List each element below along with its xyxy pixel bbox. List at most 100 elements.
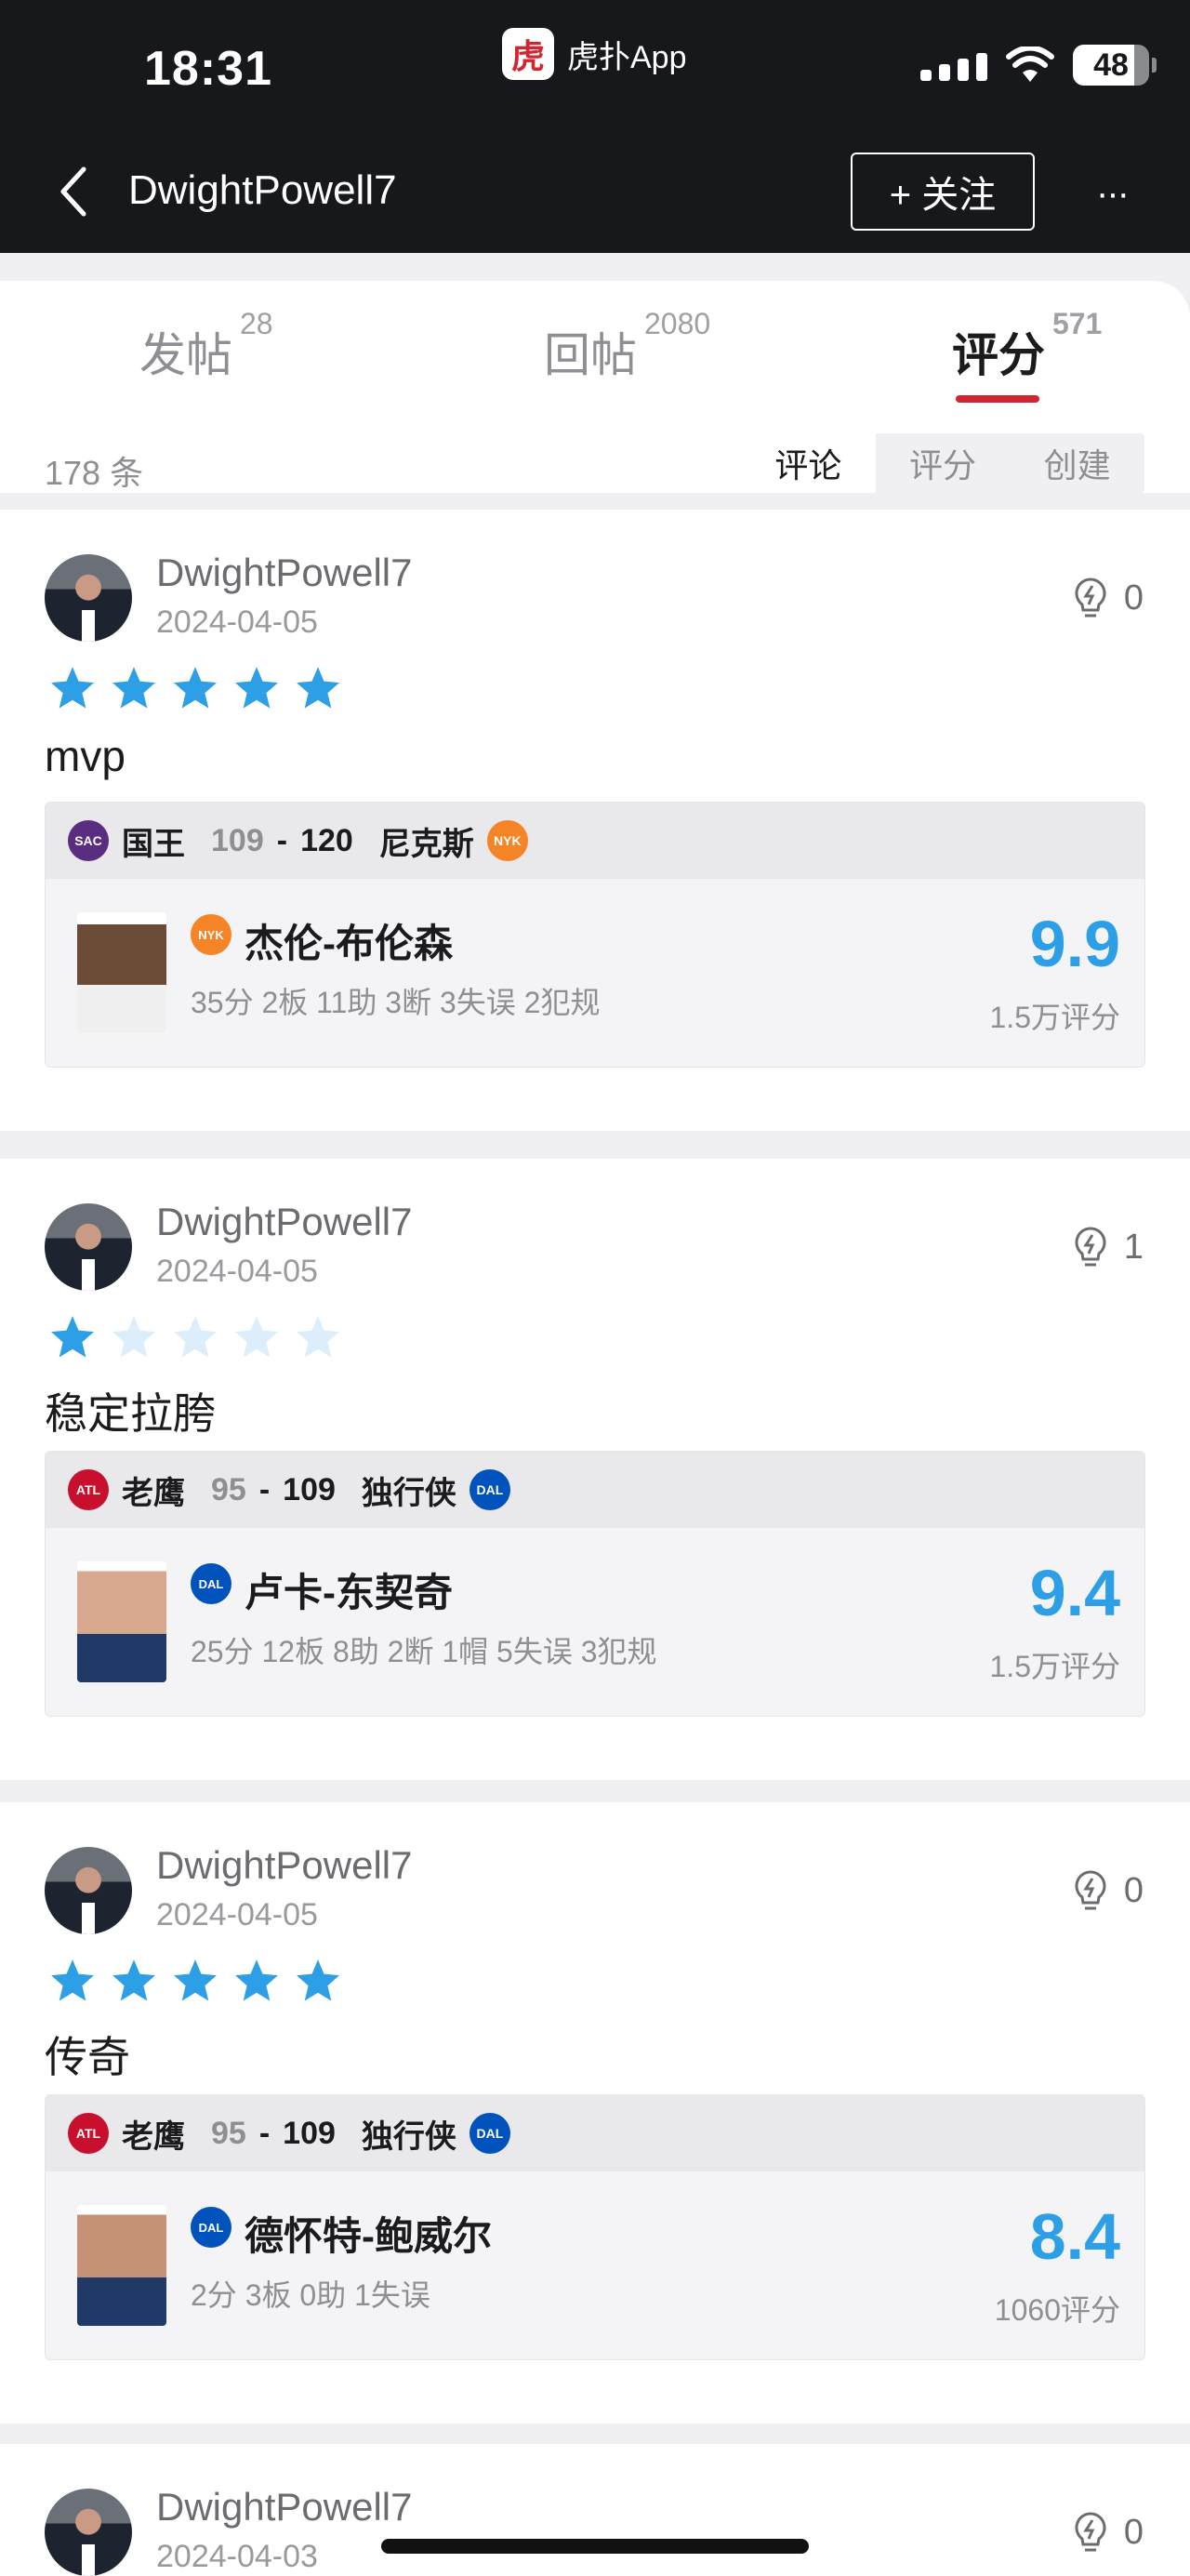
star-icon [174,1316,217,1358]
avatar[interactable] [45,1847,132,1934]
star-icon [235,1316,278,1358]
game-header: SAC 国王 109 - 120 尼克斯 NYK [46,803,1144,879]
lightbulb-icon [1075,578,1106,617]
player-row[interactable]: DAL 德怀特-鲍威尔 2分 3板 0助 1失误 8.4 1060评分 [46,2171,1144,2359]
home-score: 95 [211,2115,246,2151]
star-icon [112,667,155,709]
home-score: 109 [211,822,264,858]
comment-text: 传奇 [45,2033,130,2081]
lightbulb-icon [1075,1870,1106,1910]
star-rating [48,1313,342,1361]
team-logo: DAL [191,2207,231,2248]
tab-ratings[interactable]: 评分571 [952,307,1102,385]
post-date: 2024-04-03 [156,2539,318,2574]
away-score: 120 [300,822,353,858]
star-icon [51,1316,94,1358]
battery-level: 48 [1093,46,1129,83]
player-stats: 35分 2板 11助 3断 3失误 2犯规 [191,986,601,1019]
team-logo: ATL [68,2113,109,2154]
home-team-name: 国王 [122,826,185,862]
home-score: 95 [211,1471,246,1507]
player-row[interactable]: NYK 杰伦-布伦森 35分 2板 11助 3断 3失误 2犯规 9.9 1.5… [46,879,1144,1067]
rating-card[interactable]: DwightPowell7 2024-04-03 0 [0,2444,1190,2576]
player-score: 8.4 [1029,2200,1120,2273]
tabs-panel: 发帖28 回帖2080 评分571 178 条 评论 评分 创建 [0,281,1190,493]
star-icon [297,667,339,709]
segment-comments[interactable]: 评论 [741,433,876,493]
post-date: 2024-04-05 [156,604,318,640]
home-indicator [381,2539,809,2554]
game-card[interactable]: ATL 老鹰 95 - 109 独行侠 DAL DAL 德怀特-鲍威尔 2分 3… [45,2094,1145,2360]
team-logo: ATL [68,1469,109,1510]
like-count: 0 [1123,578,1144,617]
star-icon [235,667,278,709]
player-photo [77,1561,166,1682]
game-header: ATL 老鹰 95 - 109 独行侠 DAL [46,2095,1144,2171]
star-icon [112,1959,155,2001]
app-logo: 虎 [502,28,554,80]
tab-count: 571 [1052,307,1103,341]
away-score: 109 [283,1471,336,1507]
follow-button[interactable]: + 关注 [851,153,1035,231]
star-icon [297,1959,339,2001]
game-card[interactable]: ATL 老鹰 95 - 109 独行侠 DAL DAL 卢卡-东契奇 25分 1… [45,1451,1145,1717]
rating-card[interactable]: DwightPowell7 2024-04-05 0 mvp SAC 国王 10… [0,510,1190,1131]
username[interactable]: DwightPowell7 [156,551,412,595]
comment-text: mvp [45,732,126,780]
star-icon [297,1316,339,1358]
player-stats: 2分 3板 0助 1失误 [191,2278,430,2312]
like-button[interactable]: 1 [1072,1226,1144,1268]
tab-count: 2080 [644,307,711,341]
player-row[interactable]: DAL 卢卡-东契奇 25分 12板 8助 2断 1帽 5失误 3犯规 9.4 … [46,1528,1144,1716]
team-logo: NYK [191,914,231,955]
player-photo [77,2205,166,2326]
player-name: 杰伦-布伦森 [245,922,453,965]
rating-votes: 1060评分 [994,2293,1120,2327]
battery-icon: 48 [1073,45,1157,86]
status-time: 18:31 [144,42,272,96]
comment-text: 稳定拉胯 [45,1389,216,1438]
username[interactable]: DwightPowell7 [156,2485,412,2530]
tab-count: 28 [240,307,273,341]
like-button[interactable]: 0 [1072,1869,1144,1912]
like-count: 0 [1123,2512,1144,2552]
away-team-name: 独行侠 [361,1475,456,1511]
lightbulb-icon [1075,2512,1106,2552]
top-bar: 18:31 虎 虎扑App 48 DwightPowell7 + 关注 ··· [0,0,1190,253]
away-team-name: 尼克斯 [378,826,474,862]
game-card[interactable]: SAC 国王 109 - 120 尼克斯 NYK NYK 杰伦-布伦森 35分 … [45,802,1145,1068]
player-stats: 25分 12板 8助 2断 1帽 5失误 3犯规 [191,1635,657,1668]
player-name: 德怀特-鲍威尔 [245,2214,492,2258]
star-icon [112,1316,155,1358]
status-app-indicator[interactable]: 虎 虎扑App [502,28,687,80]
post-date: 2024-04-05 [156,1254,318,1289]
username[interactable]: DwightPowell7 [156,1200,412,1244]
more-options-button[interactable]: ··· [1088,169,1136,218]
tab-label: 发帖 [139,329,232,381]
away-team-name: 独行侠 [361,2118,456,2155]
like-button[interactable]: 0 [1072,2511,1144,2554]
avatar[interactable] [45,554,132,642]
avatar[interactable] [45,2489,132,2576]
tab-replies[interactable]: 回帖2080 [544,307,710,385]
star-rating [48,664,342,712]
active-tab-indicator [956,395,1039,403]
star-icon [51,1959,94,2001]
like-button[interactable]: 0 [1072,577,1144,619]
tab-label: 评分 [952,329,1045,381]
team-logo: NYK [486,820,528,861]
username[interactable]: DwightPowell7 [156,1843,412,1888]
avatar[interactable] [45,1203,132,1291]
star-icon [174,1959,217,2001]
chevron-left-icon[interactable] [56,164,93,219]
player-score: 9.9 [1029,908,1120,980]
filter-segmented-control: 评论 评分 创建 [741,433,1144,493]
tab-posts[interactable]: 发帖28 [139,307,273,385]
segment-ratings[interactable]: 评分 [876,433,1011,493]
rating-card[interactable]: DwightPowell7 2024-04-05 0 传奇 ATL 老鹰 95 … [0,1802,1190,2423]
page-title: DwightPowell7 [128,167,397,213]
rating-votes: 1.5万评分 [989,1001,1121,1034]
rating-card[interactable]: DwightPowell7 2024-04-05 1 稳定拉胯 ATL 老鹰 9… [0,1159,1190,1780]
team-logo: SAC [68,820,109,861]
segment-created[interactable]: 创建 [1010,433,1144,493]
